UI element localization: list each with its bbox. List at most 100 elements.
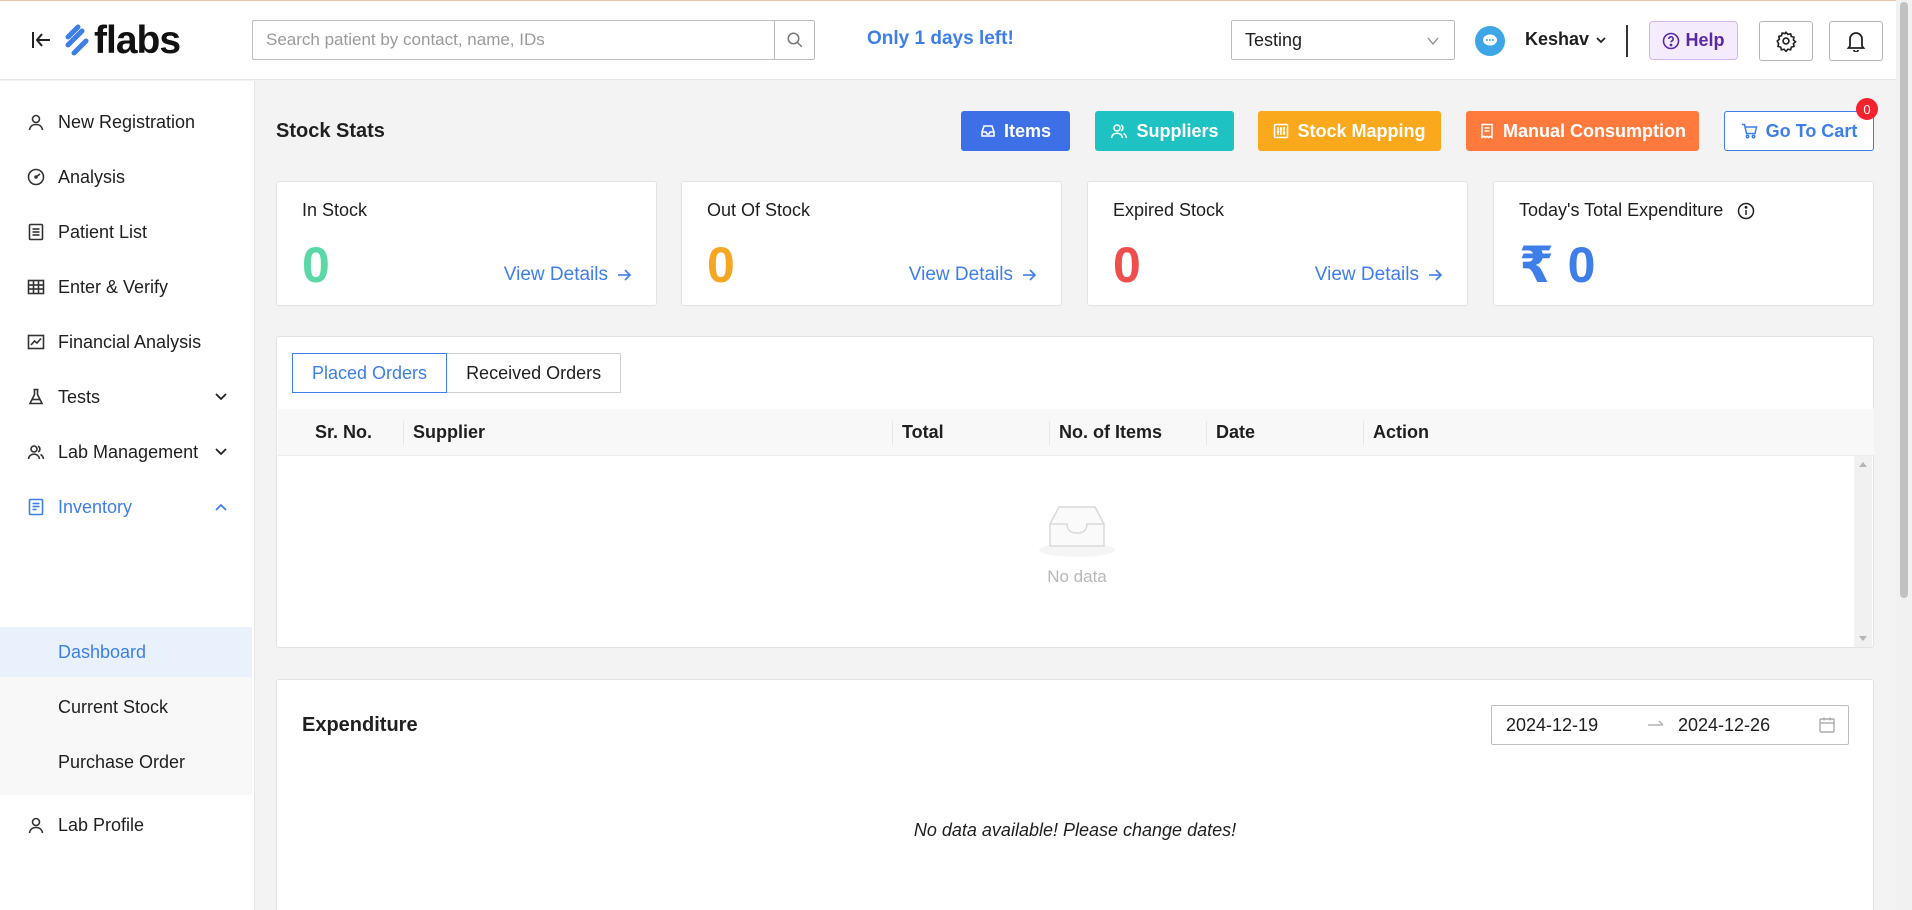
inventory-submenu: Dashboard Current Stock Purchase Order <box>0 627 252 795</box>
cart-count-badge: 0 <box>1856 98 1878 120</box>
list-icon <box>28 223 44 241</box>
stock-mapping-button[interactable]: Stock Mapping <box>1258 111 1441 151</box>
manual-consumption-label: Manual Consumption <box>1503 120 1686 141</box>
arrow-right-icon <box>618 269 632 281</box>
sidebar-item-label: Enter & Verify <box>58 276 169 297</box>
end-date[interactable]: 2024-12-26 <box>1678 715 1770 736</box>
stat-value: ₹ 0 <box>1519 237 1596 293</box>
stat-label: In Stock <box>302 200 368 220</box>
scroll-up-icon[interactable] <box>1854 458 1872 472</box>
stock-mapping-label: Stock Mapping <box>1297 120 1426 141</box>
user-icon <box>28 114 44 131</box>
sidebar-item-label: Financial Analysis <box>58 331 202 352</box>
orders-tabs: Placed Orders Received Orders <box>292 353 622 393</box>
user-menu[interactable]: Keshav <box>1525 29 1607 50</box>
sidebar-item-patient-list[interactable]: Patient List <box>0 210 252 254</box>
chart-icon <box>27 334 45 350</box>
orders-panel: Placed Orders Received Orders Sr. No. Su… <box>276 336 1874 648</box>
avatar[interactable] <box>1475 26 1505 56</box>
help-button[interactable]: Help <box>1649 21 1738 60</box>
column-header: Date <box>1216 422 1256 442</box>
view-details-link[interactable]: View Details <box>504 264 632 286</box>
inbox-icon <box>981 125 995 137</box>
search-icon <box>787 32 802 48</box>
logo-text: flabs <box>94 19 181 62</box>
column-divider <box>1206 421 1207 445</box>
flask-icon <box>28 388 44 405</box>
gear-icon <box>1776 30 1797 52</box>
column-header: Action <box>1373 422 1429 442</box>
submenu-item-current-stock[interactable]: Current Stock <box>0 682 252 732</box>
stat-card-out-of-stock: Out Of Stock 0 View Details <box>681 181 1062 306</box>
arrow-right-icon <box>1648 720 1664 726</box>
sidebar-item-financial-analysis[interactable]: Financial Analysis <box>0 320 252 364</box>
sidebar-item-lab-profile[interactable]: Lab Profile <box>0 803 252 847</box>
receipt-icon <box>1481 123 1493 139</box>
chevron-down-icon <box>1427 37 1439 46</box>
stat-card-total-expenditure: Today's Total Expenditure ₹ 0 <box>1493 181 1874 306</box>
column-header: Supplier <box>413 422 486 442</box>
collapse-sidebar-icon[interactable] <box>29 28 53 52</box>
view-details-label: View Details <box>1314 264 1419 285</box>
trial-days-left[interactable]: Only 1 days left! <box>867 28 1014 50</box>
manual-consumption-button[interactable]: Manual Consumption <box>1466 111 1699 151</box>
sidebar-item-inventory[interactable]: Inventory <box>0 485 252 529</box>
sidebar-item-lab-management[interactable]: Lab Management <box>0 430 252 474</box>
submenu-item-dashboard[interactable]: Dashboard <box>0 627 252 677</box>
users-icon <box>27 445 45 460</box>
view-details-link[interactable]: View Details <box>1315 264 1443 286</box>
sidebar-item-label: Inventory <box>58 496 133 517</box>
users-icon <box>1111 124 1128 139</box>
chevron-up-icon <box>215 503 227 511</box>
tab-placed-orders[interactable]: Placed Orders <box>292 353 448 393</box>
table-scrollbar[interactable] <box>1854 456 1872 647</box>
column-header: No. of Items <box>1059 422 1163 442</box>
user-icon <box>28 817 44 834</box>
orders-table-header: Sr. No. Supplier Total No. of Items Date… <box>278 409 1874 456</box>
sidebar-item-enter-verify[interactable]: Enter & Verify <box>0 265 252 309</box>
column-header: Total <box>902 422 944 442</box>
help-label: Help <box>1685 30 1725 50</box>
flabs-logo[interactable]: flabs <box>62 19 181 62</box>
info-icon[interactable] <box>1737 202 1755 220</box>
stat-card-expired-stock: Expired Stock 0 View Details <box>1087 181 1468 306</box>
notifications-button[interactable] <box>1829 21 1883 61</box>
view-details-label: View Details <box>503 264 608 285</box>
settings-button[interactable] <box>1759 21 1813 61</box>
sidebar-item-tests[interactable]: Tests <box>0 375 252 419</box>
start-date[interactable]: 2024-12-19 <box>1506 715 1598 736</box>
stat-label: Expired Stock <box>1113 200 1225 220</box>
go-to-cart-button[interactable]: Go To Cart <box>1724 111 1874 151</box>
tab-received-orders[interactable]: Received Orders <box>447 353 622 393</box>
column-divider <box>1363 421 1364 445</box>
arrow-right-icon <box>1429 269 1443 281</box>
search-input[interactable] <box>253 21 774 59</box>
sidebar-item-analysis[interactable]: Analysis <box>0 155 252 199</box>
arrow-right-icon <box>1023 269 1037 281</box>
stat-label: Out Of Stock <box>707 200 811 220</box>
page-title: Stock Stats <box>276 120 385 142</box>
search-button[interactable] <box>774 21 814 59</box>
stat-value: 0 <box>1113 237 1141 293</box>
submenu-item-purchase-order[interactable]: Purchase Order <box>0 737 252 787</box>
patient-search <box>252 20 815 60</box>
date-range-picker[interactable]: 2024-12-19 2024-12-26 <box>1491 705 1849 745</box>
bell-icon <box>1846 32 1866 52</box>
items-button[interactable]: Items <box>961 111 1070 151</box>
scrollbar-thumb[interactable] <box>1900 2 1908 598</box>
view-details-link[interactable]: View Details <box>909 264 1037 286</box>
column-divider <box>403 421 404 445</box>
scroll-down-icon[interactable] <box>1854 631 1872 645</box>
table-icon <box>27 279 45 295</box>
suppliers-label: Suppliers <box>1136 120 1219 141</box>
gauge-icon <box>27 168 45 186</box>
lab-select-value: Testing <box>1245 29 1303 50</box>
page-scrollbar[interactable] <box>1896 0 1912 910</box>
sidebar-item-new-registration[interactable]: New Registration <box>0 100 252 144</box>
sidebar-item-label: Tests <box>58 386 101 407</box>
chat-bubble-icon <box>1483 34 1497 46</box>
lab-select[interactable]: Testing <box>1231 20 1455 60</box>
no-data-message: No data available! Please change dates! <box>913 820 1237 840</box>
suppliers-button[interactable]: Suppliers <box>1095 111 1234 151</box>
column-divider <box>892 421 893 445</box>
